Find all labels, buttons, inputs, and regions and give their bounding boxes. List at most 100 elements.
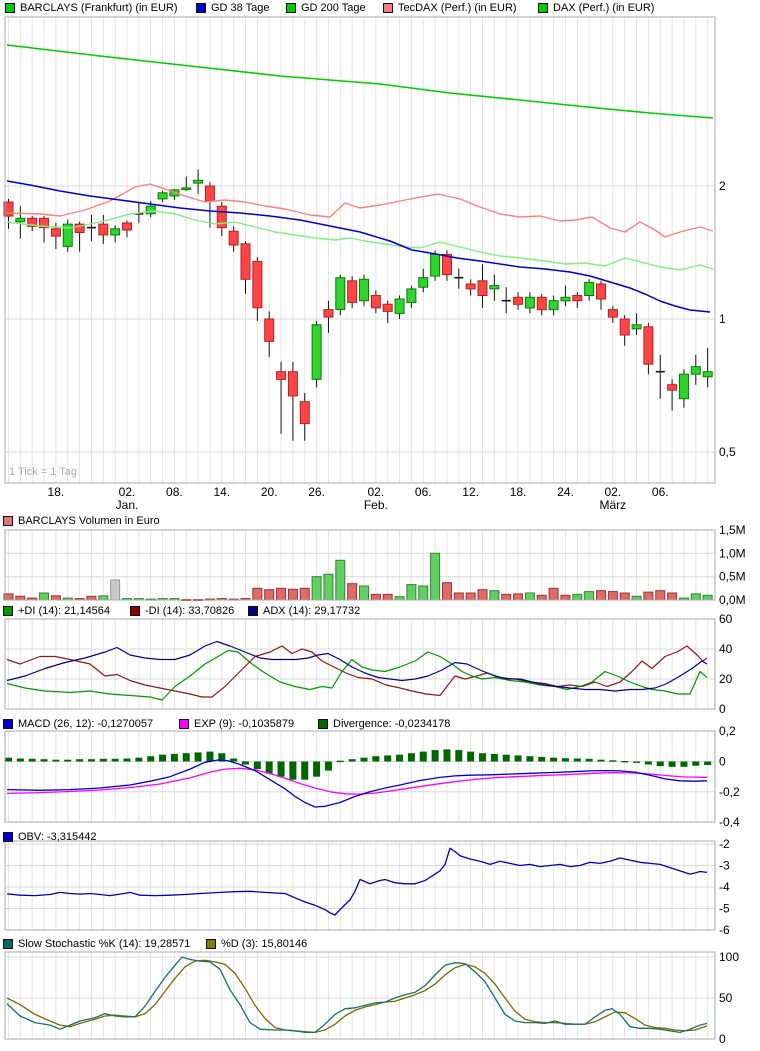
volume-bar xyxy=(525,593,534,600)
candle-up xyxy=(407,289,416,303)
dax-line xyxy=(7,45,713,118)
volume-bar xyxy=(668,593,677,600)
series-swatch xyxy=(383,3,393,13)
divergence-bar xyxy=(396,755,403,762)
legend-label: GD 200 Tage xyxy=(301,2,366,14)
candle-up xyxy=(158,193,167,199)
volume-bar xyxy=(431,553,440,600)
candle-up xyxy=(525,297,534,308)
series-swatch xyxy=(3,516,13,526)
divergence-bar xyxy=(598,760,605,762)
volume-bar xyxy=(324,574,333,600)
axis-tick-label: -3 xyxy=(719,859,730,873)
candle-up xyxy=(431,254,440,276)
series-swatch xyxy=(206,939,216,949)
candle-down xyxy=(620,319,629,335)
volume-bar xyxy=(419,586,428,600)
axis-tick-label: März xyxy=(600,498,627,512)
volume-bar xyxy=(265,590,274,600)
divergence-bar xyxy=(242,762,249,765)
candle-up xyxy=(312,325,321,380)
legend-item-obv: OBV: -3,315442 xyxy=(3,831,96,843)
grid xyxy=(5,17,715,1039)
axis-tick-label: 0,2 xyxy=(719,724,736,738)
volume-bar xyxy=(502,594,511,600)
divergence-bar xyxy=(586,759,593,762)
divergence-bar xyxy=(372,756,379,761)
divergence-bar xyxy=(443,749,450,761)
series-swatch xyxy=(3,719,13,729)
axis-tick-label: 1 xyxy=(719,312,726,326)
axis-tick-label: -2 xyxy=(719,837,730,851)
axis-tick-label: 18. xyxy=(48,485,65,499)
volume-bar xyxy=(16,596,25,600)
axis-tick-label: 100 xyxy=(719,950,739,964)
divergence-bar xyxy=(183,753,190,761)
divergence-bar xyxy=(538,757,545,762)
candle-up xyxy=(679,374,688,399)
candle-down xyxy=(288,372,297,396)
divergence-bar xyxy=(349,759,356,761)
legend-label: %D (3): 15,80146 xyxy=(221,938,307,950)
divergence-bar xyxy=(515,755,522,761)
candle-down xyxy=(371,296,380,308)
volume-bar xyxy=(703,595,712,600)
legend-item-plus-di: +DI (14): 21,14564 xyxy=(3,605,110,617)
candle-down xyxy=(608,310,617,318)
divergence-bar xyxy=(526,756,533,761)
candle-down xyxy=(573,296,582,301)
divergence-bar xyxy=(124,759,131,762)
divergence-bar xyxy=(574,759,581,762)
candlesticks xyxy=(4,170,712,441)
axis-tick-label: 02. xyxy=(605,485,622,499)
divergence-bar xyxy=(289,762,296,780)
legend-item-adx: ADX (14): 29,17732 xyxy=(248,605,360,617)
axis-tick-label: 50 xyxy=(719,991,733,1005)
candle-down xyxy=(466,284,475,289)
volume-bar xyxy=(312,577,321,600)
divergence-bar xyxy=(479,753,486,761)
candle-up xyxy=(360,279,369,300)
divergence-bar xyxy=(41,759,48,761)
axis-tick-label: -5 xyxy=(719,902,730,916)
legend-label: OBV: -3,315442 xyxy=(18,831,96,843)
series-swatch xyxy=(179,719,189,729)
divergence-bar xyxy=(420,752,427,762)
divergence-bar xyxy=(503,755,510,762)
volume-bar xyxy=(585,592,594,600)
divergence-bar xyxy=(432,750,439,761)
volume-bar xyxy=(644,592,653,600)
candle-down xyxy=(537,297,546,309)
volume-bar xyxy=(277,588,286,600)
candle-up xyxy=(691,367,700,375)
legend-label: MACD (26, 12): -0,1270057 xyxy=(18,718,153,730)
axis-tick-label: 0 xyxy=(719,1032,726,1046)
axis-tick-label: -4 xyxy=(719,880,730,894)
candle-down xyxy=(348,281,357,303)
series-swatch xyxy=(318,719,328,729)
axis-tick-label: 1,5M xyxy=(719,523,746,537)
axis-tick-label: 1,0M xyxy=(719,546,746,560)
volume-bar xyxy=(514,594,523,600)
candle-up xyxy=(146,206,155,214)
divergence-bar xyxy=(692,762,699,766)
axis-tick-label: 0,0M xyxy=(719,593,746,607)
divergence-bar xyxy=(621,761,628,762)
obv-line xyxy=(7,848,707,915)
axis-tick-label: -0,4 xyxy=(719,815,740,829)
axis-tick-label: 18. xyxy=(510,485,527,499)
divergence-bar xyxy=(64,760,71,762)
divergence-bar xyxy=(550,758,557,762)
divergence-bar xyxy=(704,762,711,766)
axis-tick-label: 02. xyxy=(119,485,136,499)
volume-bar xyxy=(407,585,416,600)
legend-item-stoch-k: Slow Stochastic %K (14): 19,28571 xyxy=(3,938,190,950)
series-swatch xyxy=(538,3,548,13)
legend-label: Divergence: -0,0234178 xyxy=(333,718,450,730)
axis-tick-label: 0 xyxy=(719,755,726,769)
candle-down xyxy=(253,261,262,307)
divergence-bar xyxy=(100,759,107,762)
divergence-bar xyxy=(206,752,213,762)
volume-bar xyxy=(620,593,629,600)
legend-item-macd: MACD (26, 12): -0,1270057 xyxy=(3,718,153,730)
